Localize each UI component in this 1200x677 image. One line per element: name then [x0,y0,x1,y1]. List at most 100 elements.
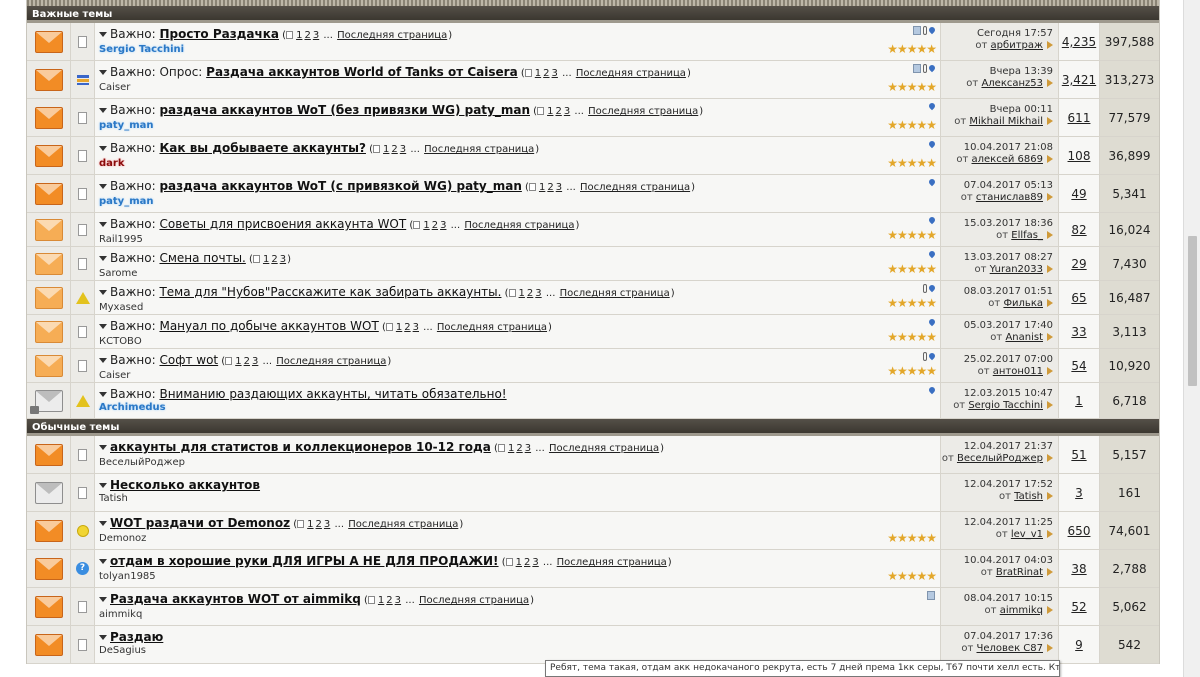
thread-title-link[interactable]: Несколько аккаунтов [110,478,260,492]
chevron-down-icon[interactable] [99,520,107,526]
thread-author[interactable]: Demonoz [99,533,936,545]
thread-title-link[interactable]: WOT раздачи от Demonoz [110,516,290,530]
envelope-icon[interactable] [34,481,63,504]
page-link[interactable]: 1 [516,557,522,568]
last-page-link[interactable]: Последняя страница [560,288,670,299]
envelope-icon[interactable] [34,286,63,309]
page-link[interactable]: 2 [527,288,533,299]
last-page-link[interactable]: Последняя страница [588,106,698,117]
last-page-link[interactable]: Последняя страница [549,443,659,454]
last-post-author-link[interactable]: lev_v1 [1011,529,1043,540]
replies-count-link[interactable]: 51 [1071,448,1086,462]
page-link[interactable]: 3 [552,68,558,79]
thread-author[interactable]: DeSagius [99,645,936,657]
last-post-author-link[interactable]: Tatish [1014,491,1043,502]
last-post-author-link[interactable]: Человек С87 [977,643,1044,654]
last-page-link[interactable]: Последняя страница [580,182,690,193]
thread-author[interactable]: Tatish [99,493,936,505]
go-to-last-post-icon[interactable] [1047,492,1053,500]
chevron-down-icon[interactable] [99,221,107,227]
thread-status-cell[interactable] [27,99,71,136]
page-link[interactable]: 1 [547,106,553,117]
last-post-author-link[interactable]: алексей 6869 [972,154,1044,165]
page-link[interactable]: 3 [395,595,401,606]
last-post-author-link[interactable]: Yuran2033 [990,264,1043,275]
replies-count-link[interactable]: 49 [1071,187,1086,201]
replies-count-link[interactable]: 108 [1068,149,1091,163]
last-page-link[interactable]: Последняя страница [337,30,447,41]
replies-count-link[interactable]: 38 [1071,562,1086,576]
page-link[interactable]: 1 [519,288,525,299]
thread-author[interactable]: dark [99,158,936,170]
last-post-author-link[interactable]: станислав89 [976,192,1043,203]
thread-status-cell[interactable] [27,588,71,625]
last-page-link[interactable]: Последняя страница [557,557,667,568]
chevron-down-icon[interactable] [99,31,107,37]
page-link[interactable]: 2 [316,519,322,530]
thread-status-cell[interactable] [27,550,71,587]
go-to-last-post-icon[interactable] [1047,454,1053,462]
go-to-last-post-icon[interactable] [1047,79,1053,87]
thread-author[interactable]: tolyan1985 [99,571,936,583]
envelope-icon[interactable] [34,106,63,129]
go-to-last-post-icon[interactable] [1047,155,1053,163]
page-link[interactable]: 1 [296,30,302,41]
last-page-link[interactable]: Последняя страница [348,519,458,530]
chevron-down-icon[interactable] [99,391,107,397]
chevron-down-icon[interactable] [99,323,107,329]
page-link[interactable]: 2 [555,106,561,117]
go-to-last-post-icon[interactable] [1047,367,1053,375]
thread-author[interactable]: aimmikq [99,609,936,621]
chevron-down-icon[interactable] [99,145,107,151]
go-to-last-post-icon[interactable] [1047,644,1053,652]
thread-author[interactable]: Caiser [99,370,936,382]
last-post-author-link[interactable]: Алексанz53 [981,78,1043,89]
thread-title-link[interactable]: Просто Раздачка [159,27,279,41]
thread-status-cell[interactable] [27,137,71,174]
thread-title-link[interactable]: Раздаю [110,630,163,644]
replies-count-link[interactable]: 611 [1068,111,1091,125]
replies-count-link[interactable]: 650 [1068,524,1091,538]
envelope-icon[interactable] [34,354,63,377]
page-link[interactable]: 2 [271,254,277,265]
page-link[interactable]: 3 [313,30,319,41]
thread-title-link[interactable]: Раздача аккаунтов World of Tanks от Cais… [206,65,518,79]
envelope-icon[interactable] [34,320,63,343]
envelope-icon[interactable] [34,519,63,542]
chevron-down-icon[interactable] [99,596,107,602]
replies-count-link[interactable]: 33 [1071,325,1086,339]
thread-author[interactable]: paty_man [99,120,936,132]
chevron-down-icon[interactable] [99,107,107,113]
page-link[interactable]: 3 [252,356,258,367]
thread-status-cell[interactable] [27,626,71,663]
last-post-author-link[interactable]: Mikhail Mikhail [969,116,1043,127]
thread-title-link[interactable]: Смена почты. [159,251,245,265]
replies-count-link[interactable]: 82 [1071,223,1086,237]
last-page-link[interactable]: Последняя страница [464,220,574,231]
thread-author[interactable]: Rail1995 [99,234,936,246]
page-link[interactable]: 2 [516,443,522,454]
thread-status-cell[interactable] [27,213,71,246]
vertical-scrollbar[interactable] [1183,0,1200,677]
thread-title-link[interactable]: Как вы добываете аккаунты? [159,141,365,155]
last-post-author-link[interactable]: арбитраж [991,40,1043,51]
page-link[interactable]: 3 [532,557,538,568]
envelope-icon[interactable] [34,218,63,241]
page-link[interactable]: 3 [324,519,330,530]
page-link[interactable]: 1 [535,68,541,79]
page-link[interactable]: 1 [508,443,514,454]
page-link[interactable]: 3 [280,254,286,265]
thread-status-cell[interactable] [27,383,71,418]
thread-title-link[interactable]: аккаунты для статистов и коллекционеров … [110,440,491,454]
replies-count-link[interactable]: 65 [1071,291,1086,305]
page-link[interactable]: 2 [404,322,410,333]
chevron-down-icon[interactable] [99,69,107,75]
page-link[interactable]: 1 [396,322,402,333]
page-link[interactable]: 2 [304,30,310,41]
page-link[interactable]: 3 [400,144,406,155]
thread-title-link[interactable]: Мануал по добыче аккаунтов WOT [159,319,378,333]
page-link[interactable]: 1 [423,220,429,231]
go-to-last-post-icon[interactable] [1047,568,1053,576]
chevron-down-icon[interactable] [99,357,107,363]
go-to-last-post-icon[interactable] [1047,299,1053,307]
